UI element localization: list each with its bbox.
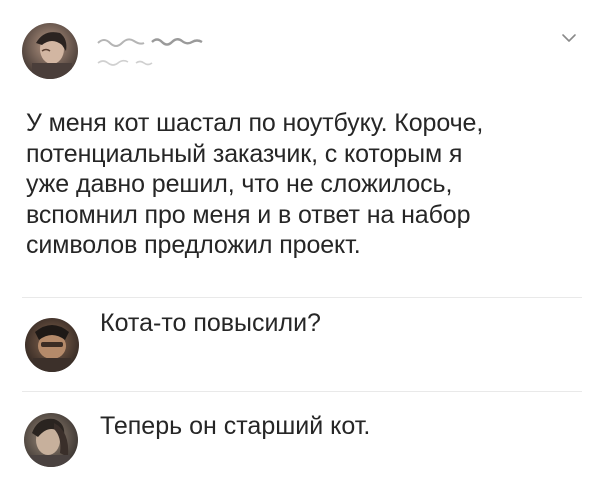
comment-avatar[interactable] [25,318,79,372]
divider [22,391,582,392]
author-name-redacted [96,34,216,47]
chevron-down-icon[interactable] [561,31,577,43]
comment-avatar-photo-icon [24,413,78,467]
comment-text: Кота-то повысили? [100,309,321,337]
author-avatar-photo-icon [22,23,78,79]
comment-avatar[interactable] [24,413,78,467]
comment-text: Теперь он старший кот. [100,412,371,440]
author-meta-redacted [96,54,166,66]
comment-avatar-photo-icon [25,318,79,372]
post-card: У меня кот шастал по ноутбуку. Короче, п… [0,0,600,492]
post-text: У меня кот шастал по ноутбуку. Короче, п… [26,109,484,259]
author-avatar[interactable] [22,23,78,79]
divider [22,297,582,298]
